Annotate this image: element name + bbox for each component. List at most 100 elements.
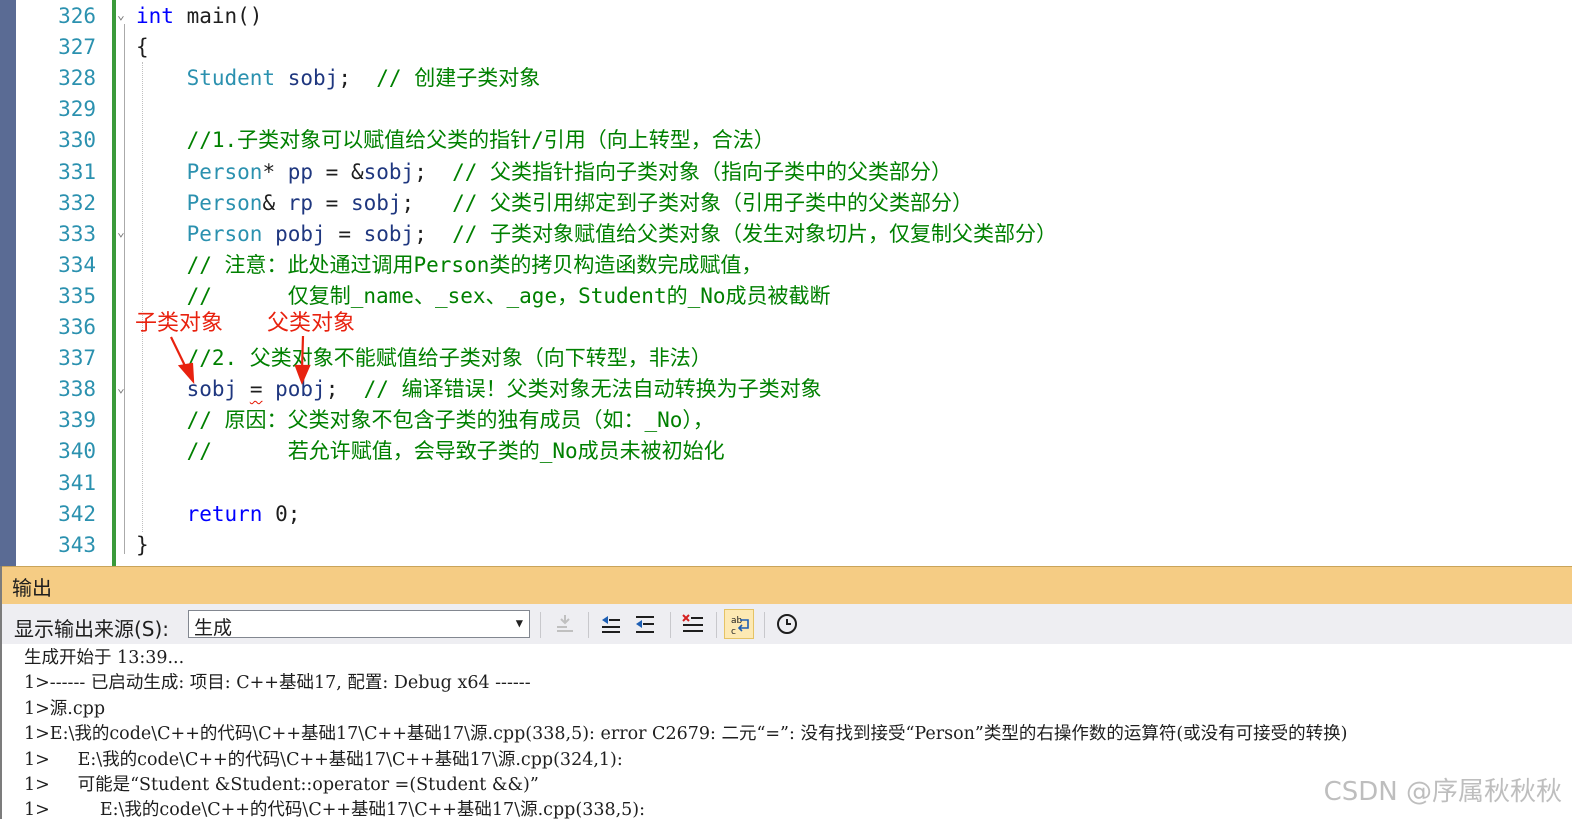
code-type: Person [186, 159, 263, 184]
code-token: = [325, 221, 364, 246]
code-identifier: sobj [350, 190, 402, 215]
code-comment: // 原因：父类对象不包含子类的独有成员（如：_No）， [186, 408, 714, 433]
code-comment: // 编译错误！父类对象无法自动转换为子类对象 [363, 377, 822, 402]
code-token: & [262, 190, 288, 215]
line-number: 337 [58, 346, 96, 371]
csdn-watermark: CSDN @序属秋秋秋 [1323, 777, 1562, 807]
code-token: ; [414, 221, 453, 246]
code-line[interactable]: // 若允许赋值，会导致子类的_No成员未被初始化 [136, 436, 725, 467]
code-comment: // 父类引用绑定到子类对象（引用子类中的父类部分） [452, 190, 974, 215]
code-token: ; [414, 159, 453, 184]
output-source-value: 生成 [194, 617, 233, 639]
code-type: Person [186, 190, 263, 215]
line-number: 326 [58, 4, 96, 28]
annotation-parent-object: 父类对象 [267, 311, 356, 336]
code-keyword: return [186, 501, 263, 526]
toolbar-separator [764, 612, 765, 638]
goto-previous-message-button[interactable] [550, 609, 580, 639]
next-message-button[interactable] [630, 609, 660, 639]
code-identifier: sobj [287, 66, 339, 91]
previous-icon [602, 616, 620, 633]
code-comment: // 创建子类对象 [376, 66, 541, 91]
code-token: 0; [262, 501, 301, 526]
code-editor[interactable]: 326 327 328 329 330 331 332 333 334 335 336 337 338 3… [0, 0, 1572, 566]
code-type: Person [186, 221, 263, 246]
svg-text:c: c [731, 627, 736, 637]
code-line[interactable]: // 原因：父类对象不包含子类的独有成员（如：_No）， [136, 405, 714, 436]
code-line[interactable]: return 0; [136, 499, 301, 530]
code-line[interactable]: Person& rp = sobj; // 父类引用绑定到子类对象（引用子类中的… [136, 188, 973, 219]
code-token: = & [313, 159, 364, 184]
output-line: 1>------ 已启动生成: 项目: C++基础17, 配置: Debug x… [24, 673, 531, 694]
line-number: 341 [58, 470, 96, 495]
toggle-timestamp-button[interactable] [772, 609, 802, 639]
output-titlebar[interactable]: 输出 [2, 566, 1572, 605]
code-line[interactable]: // 注意：此处通过调用Person类的拷贝构造函数完成赋值， [136, 250, 763, 281]
timestamp-clock-icon [777, 614, 797, 634]
code-identifier: pobj [275, 221, 326, 246]
code-token: * [262, 159, 288, 184]
output-line: 1> 可能是“Student &Student::operator =(Stud… [24, 775, 539, 795]
line-number: 331 [58, 159, 96, 184]
code-comment: // 注意：此处通过调用Person类的拷贝构造函数完成赋值， [186, 252, 763, 277]
next-icon [636, 616, 654, 633]
code-line[interactable]: { [136, 32, 149, 63]
code-identifier: rp [287, 190, 314, 215]
code-identifier: sobj [186, 377, 238, 402]
code-line[interactable]: } [136, 530, 149, 561]
output-line: 生成开始于 13:39... [24, 648, 185, 668]
annotation-child-object: 子类对象 [135, 311, 224, 336]
output-panel: 输出 显示输出来源(S): 生成 ▼ ab c 生成开始于 13:39... 1… [0, 566, 1572, 819]
code-identifier: sobj [363, 221, 415, 246]
line-number: 335 [58, 283, 96, 308]
code-line[interactable]: // 仅复制_name、_sex、_age，Student的_No成员被截断 [136, 281, 831, 312]
outline-line [124, 24, 125, 554]
code-identifier: pobj [275, 377, 326, 402]
line-number: 332 [58, 190, 96, 215]
code-line[interactable]: //1.子类对象可以赋值给父类的指针/引用（向上转型，合法） [136, 125, 775, 156]
code-comment: // 若允许赋值，会导致子类的_No成员未被初始化 [186, 439, 725, 464]
code-line[interactable]: Person pobj = sobj; // 子类对象赋值给父类对象（发生对象切… [136, 219, 1057, 250]
code-token: = [249, 377, 263, 402]
code-line[interactable]: Person* pp = &sobj; // 父类指针指向子类对象（指向子类中的… [136, 157, 952, 188]
line-number: 342 [58, 501, 96, 526]
toolbar-separator [588, 612, 589, 638]
code-identifier: pp [287, 159, 314, 184]
output-source-dropdown[interactable]: 生成 ▼ [188, 610, 530, 639]
code-token: } [136, 532, 149, 557]
code-comment: // 子类对象赋值给父类对象（发生对象切片，仅复制父类部分） [452, 221, 1058, 246]
line-number: 339 [58, 408, 96, 433]
line-number: 338 [58, 377, 96, 402]
clear-all-button[interactable] [678, 609, 708, 639]
toolbar-separator [716, 612, 717, 638]
output-toolbar: 显示输出来源(S): 生成 ▼ ab c [2, 604, 1572, 644]
code-line[interactable]: Student sobj; // 创建子类对象 [136, 63, 541, 94]
line-number: 333 [58, 221, 96, 246]
toggle-word-wrap-button[interactable]: ab c [724, 609, 754, 639]
code-line[interactable]: int main() [136, 1, 262, 32]
code-line[interactable]: sobj = pobj; // 编译错误！父类对象无法自动转换为子类对象 [136, 374, 822, 405]
editor-left-margin [0, 0, 16, 566]
line-number: 330 [58, 128, 96, 153]
code-token: { [136, 35, 149, 60]
code-token: ; [401, 190, 453, 215]
code-line[interactable]: //2. 父类对象不能赋值给子类对象（向下转型，非法） [136, 343, 712, 374]
code-token: ; [338, 66, 377, 91]
line-number: 343 [58, 532, 96, 557]
line-number: 340 [58, 439, 96, 464]
code-type: Student [186, 66, 276, 91]
code-identifier: sobj [363, 159, 415, 184]
previous-message-button[interactable] [596, 609, 626, 639]
output-line: 1>E:\我的code\C++的代码\C++基础17\C++基础17\源.cpp… [24, 724, 1348, 745]
